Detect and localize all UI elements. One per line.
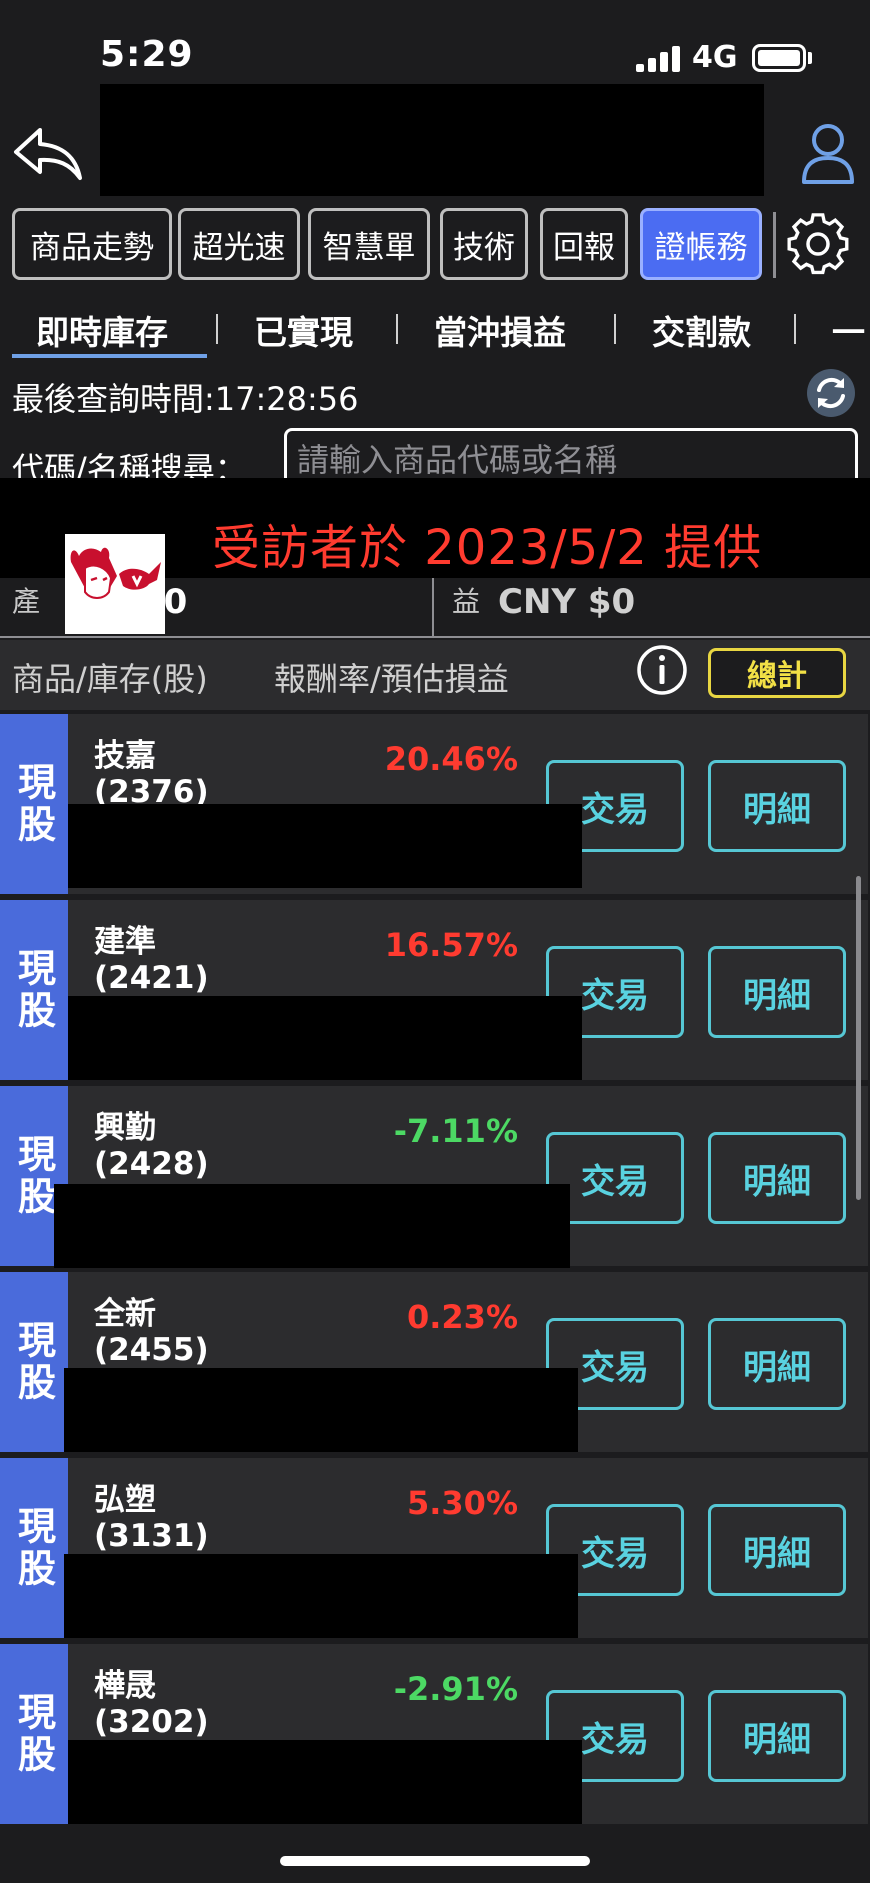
last-query-time: 最後查詢時間:17:28:56 <box>12 380 359 418</box>
detail-button[interactable]: 明細 <box>708 760 846 852</box>
holding-type-tag: 現股 <box>0 714 68 894</box>
back-arrow-icon[interactable] <box>10 122 86 184</box>
tab-day-trade-pnl[interactable]: 當沖損益 <box>434 306 566 354</box>
tab-more[interactable]: 一 <box>832 306 865 354</box>
holding-type-tag: 現股 <box>0 1458 68 1638</box>
summary-divider <box>432 578 434 636</box>
redacted-account-info <box>100 84 764 196</box>
holding-row[interactable]: 現股 樺晟 (3202) -2.91% 交易 明細 <box>0 1644 868 1824</box>
holding-row[interactable]: 現股 弘塑 (3131) 5.30% 交易 明細 <box>0 1458 868 1638</box>
holding-code: (2428) <box>94 1146 209 1182</box>
holding-type-tag: 現股 <box>0 900 68 1080</box>
redacted-holding-details <box>68 804 582 888</box>
holding-name: 全新 <box>94 1296 156 1332</box>
column-return-pnl: 報酬率/預估損益 <box>274 660 509 698</box>
summary-bottom-divider <box>0 636 870 638</box>
column-product-inventory: 商品/庫存(股) <box>12 660 208 698</box>
holding-return-rate: 20.46% <box>384 740 518 778</box>
info-icon[interactable] <box>636 644 688 696</box>
detail-button[interactable]: 明細 <box>708 946 846 1038</box>
toolbar-divider <box>773 212 776 278</box>
holding-code: (2421) <box>94 960 209 996</box>
holding-return-rate: -2.91% <box>393 1670 518 1708</box>
holding-code: (3131) <box>94 1518 209 1554</box>
toolbar-button-fast-order[interactable]: 超光速 <box>178 208 300 280</box>
refresh-icon[interactable] <box>806 368 856 418</box>
holding-row[interactable]: 現股 技嘉 (2376) 20.46% 交易 明細 <box>0 714 868 894</box>
tab-settlement[interactable]: 交割款 <box>652 306 751 354</box>
redacted-holding-details <box>64 1368 578 1452</box>
battery-icon <box>752 44 806 72</box>
holding-name: 興勤 <box>94 1110 156 1146</box>
selected-tab-indicator <box>12 354 207 358</box>
tab-separator <box>794 314 796 344</box>
tab-realtime-inventory[interactable]: 即時庫存 <box>36 306 168 354</box>
holding-return-rate: 5.30% <box>406 1484 518 1522</box>
toolbar-button-chart[interactable]: 商品走勢 <box>12 208 172 280</box>
asset-label: 產 <box>12 585 41 618</box>
tab-separator <box>396 314 398 344</box>
holding-code: (2455) <box>94 1332 209 1368</box>
holding-name: 建準 <box>94 924 156 960</box>
toolbar-button-report[interactable]: 回報 <box>540 208 628 280</box>
tab-separator <box>614 314 616 344</box>
total-button[interactable]: 總計 <box>708 648 846 698</box>
battery-tip <box>808 52 812 64</box>
tab-separator <box>216 314 218 344</box>
toolbar-button-technical[interactable]: 技術 <box>440 208 528 280</box>
detail-button[interactable]: 明細 <box>708 1690 846 1782</box>
home-indicator[interactable] <box>280 1856 590 1866</box>
network-type: 4G <box>692 40 738 75</box>
redacted-holding-details <box>54 1184 570 1268</box>
holding-name: 弘塑 <box>94 1482 156 1518</box>
function-toolbar: 商品走勢 超光速 智慧單 技術 回報 證帳務 <box>0 208 870 282</box>
holding-row[interactable]: 現股 全新 (2455) 0.23% 交易 明細 <box>0 1272 868 1452</box>
watermark-text: 受訪者於 2023/5/2 提供 <box>212 520 763 576</box>
status-time: 5:29 <box>100 34 194 75</box>
toolbar-button-account[interactable]: 證帳務 <box>640 208 762 280</box>
holding-name: 樺晟 <box>94 1668 156 1704</box>
bull-logo-icon <box>65 534 165 634</box>
detail-button[interactable]: 明細 <box>708 1132 846 1224</box>
holding-name: 技嘉 <box>94 738 156 774</box>
redacted-holding-details <box>64 1554 578 1638</box>
app-screen: 5:29 4G 商品走勢 超光速 智慧單 技術 回報 證帳務 即時庫存 已實現 … <box>0 0 870 1883</box>
toolbar-button-smart-order[interactable]: 智慧單 <box>308 208 430 280</box>
holding-return-rate: -7.11% <box>393 1112 518 1150</box>
holding-return-rate: 0.23% <box>406 1298 518 1336</box>
holding-return-rate: 16.57% <box>384 926 518 964</box>
redacted-holding-details <box>68 1740 582 1824</box>
inventory-tabs: 即時庫存 已實現 當沖損益 交割款 一 <box>0 300 870 360</box>
list-scrollbar[interactable] <box>856 876 861 1200</box>
tab-realized[interactable]: 已實現 <box>254 306 353 354</box>
holding-type-tag: 現股 <box>0 1272 68 1452</box>
holding-type-tag: 現股 <box>0 1644 68 1824</box>
pnl-label: 益 <box>452 585 481 618</box>
cellular-signal-icon <box>636 46 680 72</box>
pnl-value: CNY $0 <box>498 582 636 622</box>
redacted-holding-details <box>68 996 582 1080</box>
holding-row[interactable]: 現股 建準 (2421) 16.57% 交易 明細 <box>0 900 868 1080</box>
gear-icon[interactable] <box>786 212 850 276</box>
detail-button[interactable]: 明細 <box>708 1318 846 1410</box>
holding-code: (3202) <box>94 1704 209 1740</box>
detail-button[interactable]: 明細 <box>708 1504 846 1596</box>
holding-row[interactable]: 現股 興勤 (2428) -7.11% 交易 明細 <box>0 1086 868 1268</box>
user-profile-icon[interactable] <box>800 122 856 184</box>
